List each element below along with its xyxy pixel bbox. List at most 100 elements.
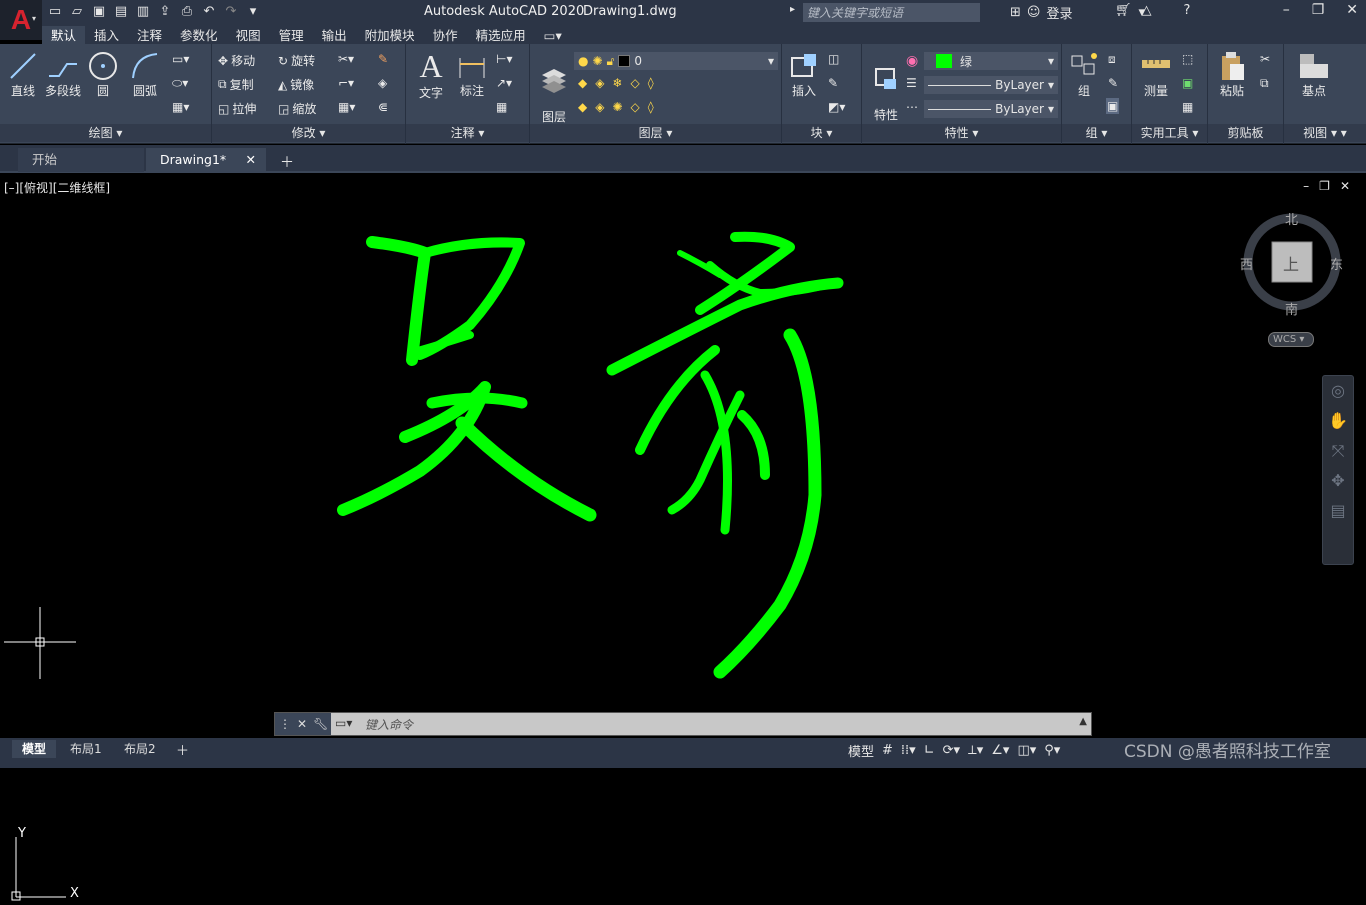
print-icon[interactable]: ⎙: [178, 3, 196, 21]
edit-block-button[interactable]: ✎: [828, 76, 838, 90]
login-label[interactable]: 登录: [1046, 3, 1072, 22]
steering-wheel-icon[interactable]: ◎: [1323, 376, 1353, 406]
layer-unlock-icon[interactable]: ◇: [631, 100, 640, 114]
move-button[interactable]: ✥ 移动: [218, 52, 255, 69]
array-button[interactable]: ▦▾: [338, 100, 355, 114]
calculator-button[interactable]: ▦: [1182, 100, 1193, 114]
leader-button[interactable]: ↗▾: [496, 76, 512, 90]
cart-icon[interactable]: 🛒︎: [1115, 3, 1132, 18]
redo-icon[interactable]: ↷: [222, 3, 240, 21]
calligraphy-stroke[interactable]: [737, 410, 770, 480]
tab-annotate[interactable]: 注释: [128, 26, 171, 46]
group-button[interactable]: 组: [1066, 50, 1102, 99]
new-tab-icon[interactable]: ＋: [280, 152, 294, 172]
panel-draw-title[interactable]: 绘图 ▾: [0, 124, 211, 142]
stretch-button[interactable]: ◱ 拉伸: [218, 100, 256, 117]
calligraphy-stroke[interactable]: [366, 236, 431, 366]
command-input[interactable]: 键入命令: [365, 716, 413, 733]
export-icon[interactable]: ⇪: [156, 3, 174, 21]
customize-wrench-icon[interactable]: 🔧︎: [313, 717, 328, 731]
recent-commands-icon[interactable]: ▭▾: [335, 716, 352, 730]
panel-properties-title[interactable]: 特性 ▾: [862, 124, 1061, 142]
tab-view[interactable]: 视图: [227, 26, 270, 46]
compass-south[interactable]: 南: [1285, 299, 1298, 318]
save-icon[interactable]: ▣: [90, 3, 108, 21]
layer-iso-icon[interactable]: ◆: [578, 76, 587, 90]
base-point-button[interactable]: 基点: [1294, 50, 1334, 99]
polyline-button[interactable]: 多段线: [44, 50, 82, 99]
panel-block-title[interactable]: 块 ▾: [782, 124, 861, 142]
tab-featured-apps[interactable]: 精选应用: [467, 26, 535, 46]
line-button[interactable]: 直线: [6, 50, 40, 99]
application-menu-button[interactable]: A ▾: [0, 0, 42, 40]
table-button[interactable]: ▦: [496, 100, 507, 114]
make-current-icon[interactable]: ◆: [578, 100, 587, 114]
layer-freeze-icon[interactable]: ❄: [612, 76, 622, 90]
rectangle-button[interactable]: ▭▾: [172, 52, 189, 66]
circle-button[interactable]: 圆: [86, 50, 120, 99]
panel-view-title[interactable]: 视图 ▾ ▾: [1284, 124, 1366, 142]
calligraphy-stroke[interactable]: [455, 416, 597, 522]
layer-lock-icon[interactable]: ◇: [631, 76, 640, 90]
text-button[interactable]: A 文字: [414, 48, 448, 101]
create-block-button[interactable]: ◫: [828, 52, 839, 66]
layer-off-icon[interactable]: ◈: [595, 76, 604, 90]
grid-icon[interactable]: #: [882, 743, 893, 758]
search-expand-icon[interactable]: ▸: [790, 4, 795, 15]
web-mobile-icon[interactable]: ▥: [134, 3, 152, 21]
dimension-button[interactable]: 标注: [454, 50, 490, 99]
minimize-icon[interactable]: –: [1283, 2, 1290, 18]
showmotion-icon[interactable]: ▤: [1323, 496, 1353, 526]
compass-east[interactable]: 东: [1330, 254, 1343, 273]
add-layout-icon[interactable]: ＋: [176, 740, 189, 759]
grip-icon[interactable]: ⋮: [279, 717, 291, 731]
tab-start[interactable]: 开始: [18, 148, 144, 172]
hatch-button[interactable]: ▦▾: [172, 100, 189, 114]
calligraphy-stroke[interactable]: [713, 328, 822, 679]
color-dropdown[interactable]: 绿 ▾: [924, 52, 1058, 70]
tab-parametric[interactable]: 参数化: [171, 26, 227, 46]
fillet-button[interactable]: ⌐▾: [338, 76, 354, 90]
undo-icon[interactable]: ↶: [200, 3, 218, 21]
ortho-icon[interactable]: ∟: [924, 743, 935, 758]
tab-output[interactable]: 输出: [313, 26, 356, 46]
ribbon-minimize-icon[interactable]: ▭▾: [535, 26, 571, 46]
paste-button[interactable]: 粘贴: [1214, 50, 1250, 99]
object-snap-icon[interactable]: ◫▾: [1017, 743, 1036, 758]
open-folder-icon[interactable]: ▱: [68, 3, 86, 21]
polar-icon[interactable]: ⟳▾: [943, 743, 960, 758]
viewcube-top-face[interactable]: 上: [1283, 251, 1299, 275]
mirror-button[interactable]: ◭ 镜像: [278, 76, 314, 93]
select-all-button[interactable]: ▣: [1182, 76, 1193, 90]
layer-state-icon[interactable]: ◊: [648, 100, 654, 114]
ellipse-button[interactable]: ⬭▾: [172, 76, 188, 91]
zoom-extents-icon[interactable]: ⤧: [1323, 436, 1353, 466]
linetype-dropdown[interactable]: ByLayer ▾: [924, 100, 1058, 118]
isodraft-icon[interactable]: ⟂▾: [968, 743, 983, 758]
arc-button[interactable]: 圆弧: [128, 50, 162, 99]
wcs-menu[interactable]: WCS ▾: [1268, 332, 1314, 347]
help-icon[interactable]: ?: [1184, 3, 1191, 18]
copy-button[interactable]: ⧉ 复制: [218, 76, 254, 93]
trim-button[interactable]: ✂▾: [338, 52, 354, 66]
drawing-viewport[interactable]: [–][俯视][二维线框] – ❐ ✕ Y X 北 南 西 东 上 WCS ▾: [0, 175, 1366, 901]
quick-select-button[interactable]: ⬚: [1182, 52, 1193, 66]
insert-block-button[interactable]: 插入: [786, 50, 822, 99]
edit-attributes-button[interactable]: ◩▾: [828, 100, 845, 114]
annotation-scale-icon[interactable]: ⚲▾: [1044, 743, 1060, 758]
save-as-icon[interactable]: ▤: [112, 3, 130, 21]
search-input[interactable]: 键入关键字或短语: [803, 3, 980, 22]
orbit-icon[interactable]: ✥: [1323, 466, 1353, 496]
layer-thaw-icon[interactable]: ✺: [612, 100, 622, 114]
measure-button[interactable]: 测量: [1138, 50, 1174, 99]
customize-qat-icon[interactable]: ▾: [244, 3, 262, 21]
explode-button[interactable]: ◈: [378, 76, 387, 90]
layer-match-icon[interactable]: ◊: [648, 76, 654, 90]
panel-modify-title[interactable]: 修改 ▾: [212, 124, 405, 142]
offset-button[interactable]: ⋐: [378, 100, 388, 114]
tab-manage[interactable]: 管理: [270, 26, 313, 46]
command-history-icon[interactable]: ▲: [1079, 716, 1087, 727]
panel-annotation-title[interactable]: 注释 ▾: [406, 124, 529, 142]
snap-icon[interactable]: ⁞⁞▾: [901, 743, 916, 758]
panel-utilities-title[interactable]: 实用工具 ▾: [1132, 124, 1207, 142]
